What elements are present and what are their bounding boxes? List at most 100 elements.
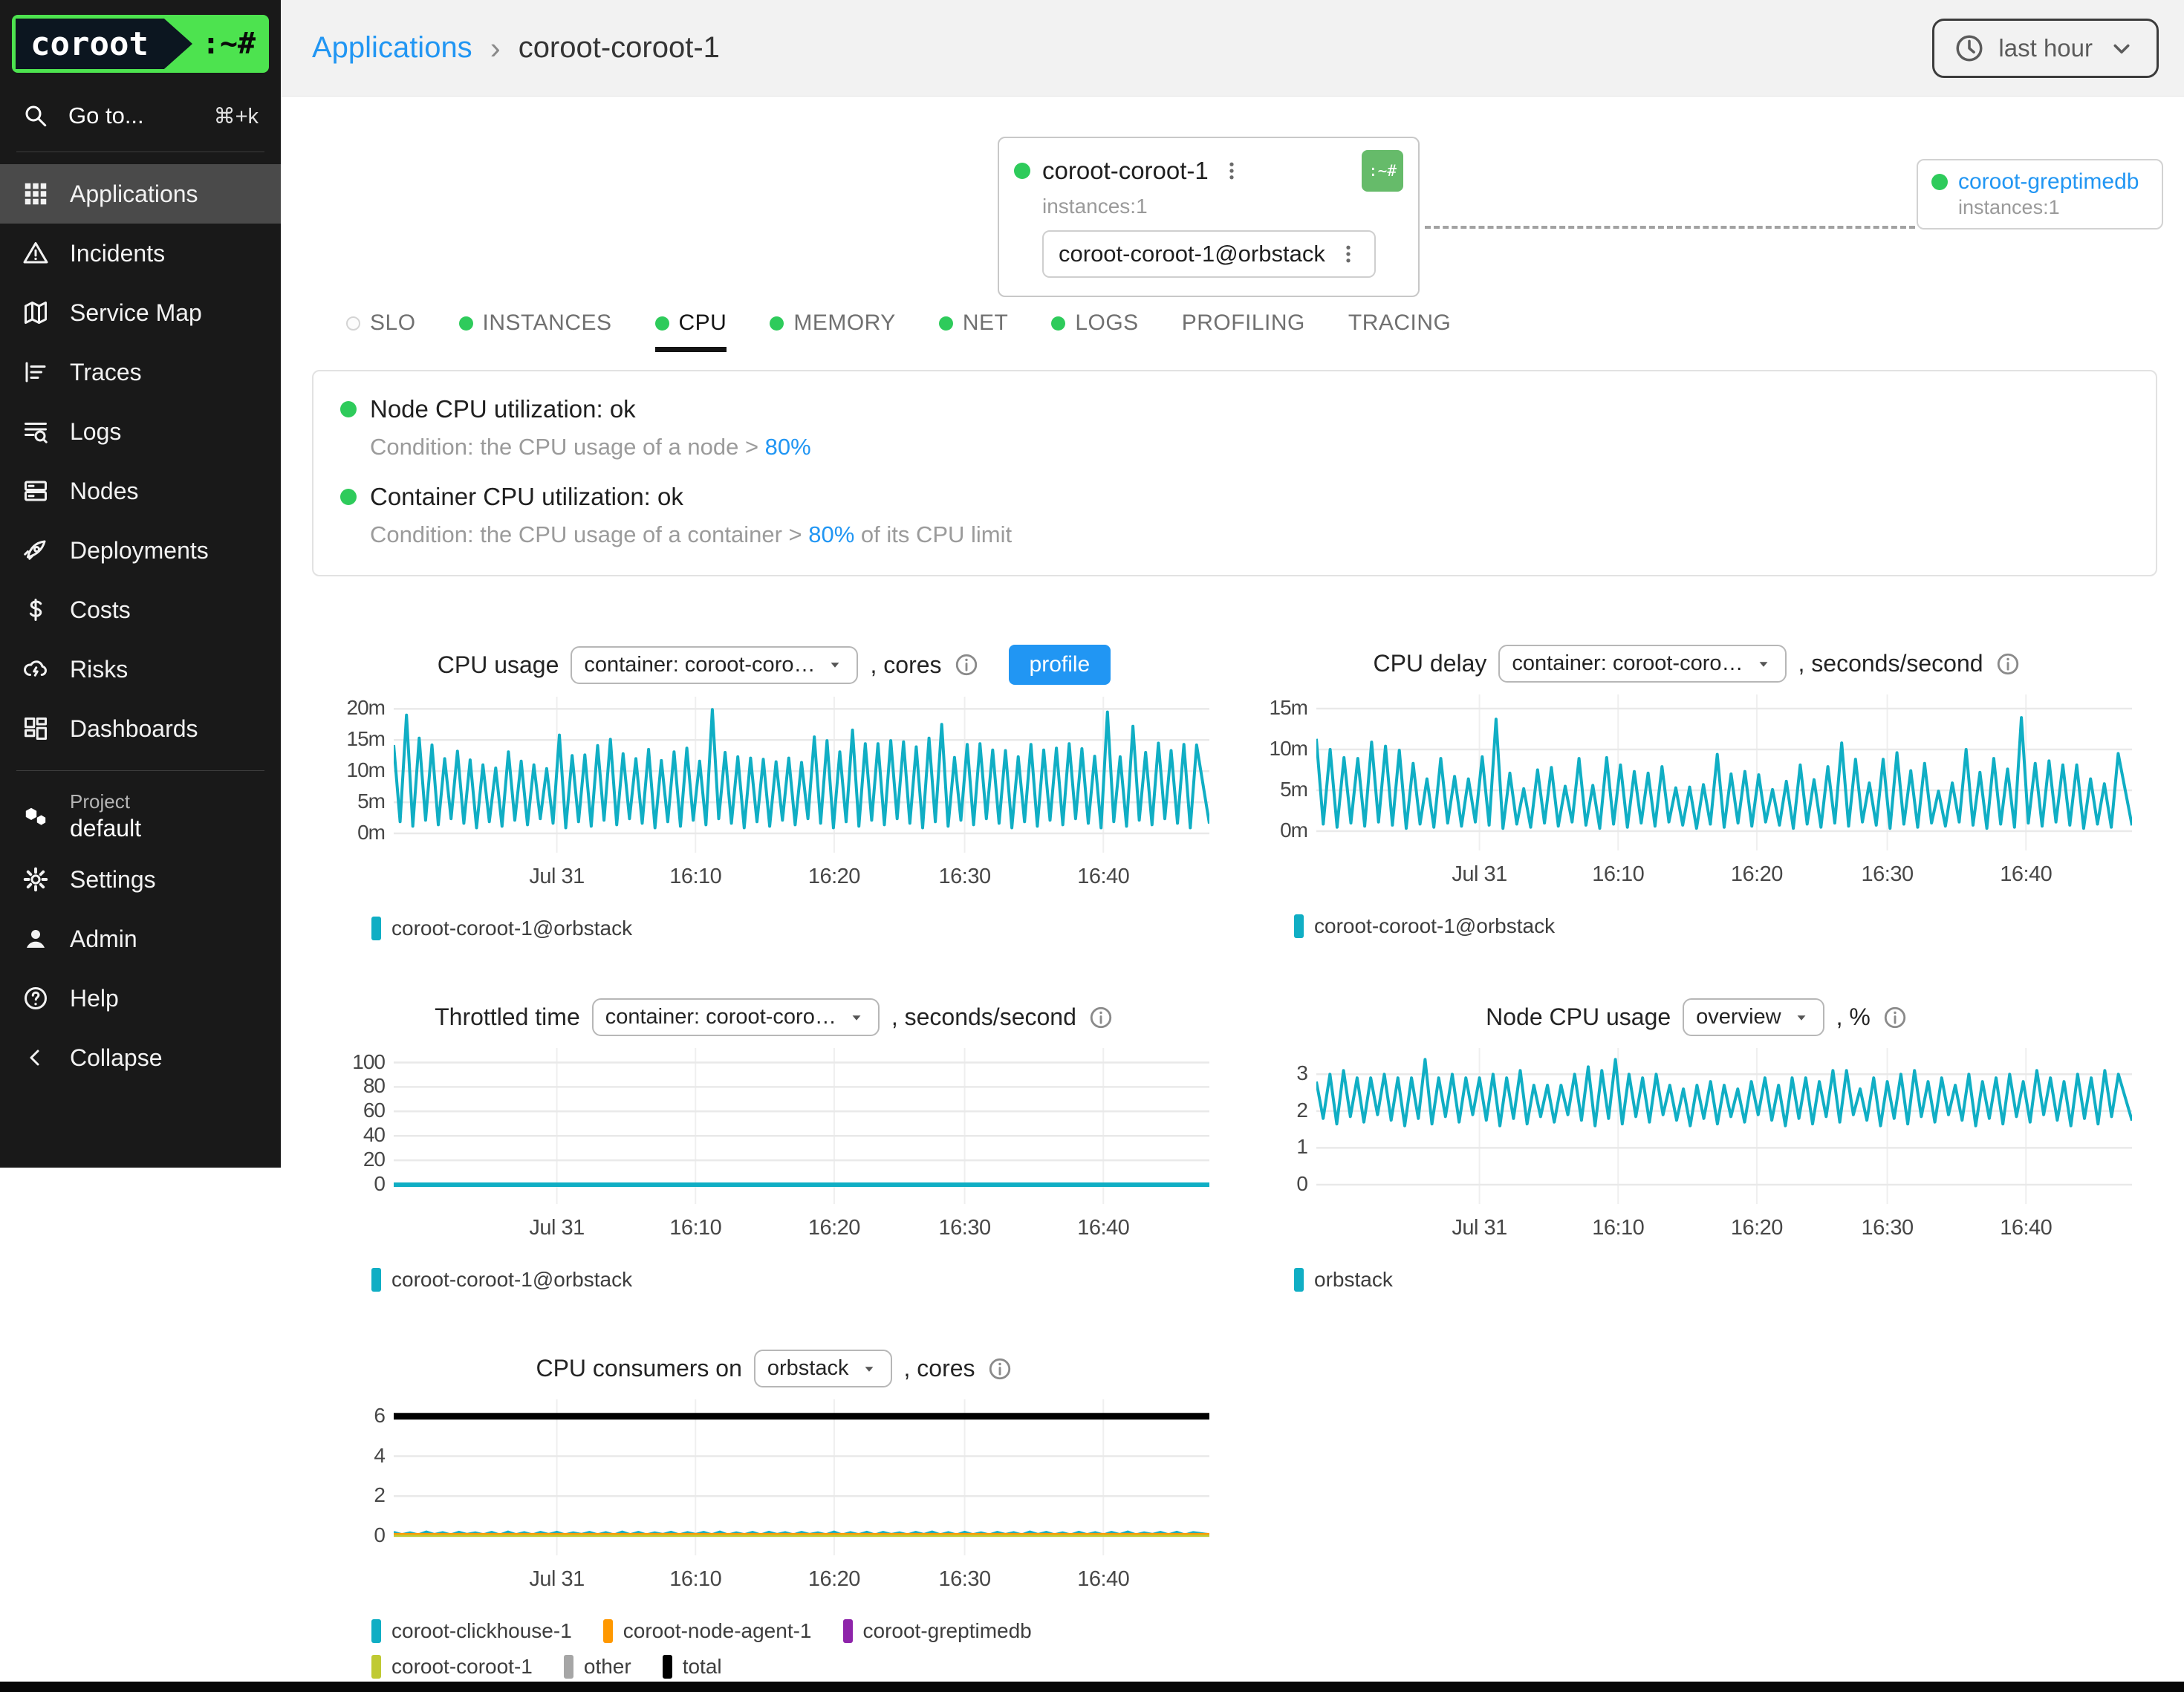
sidebar-item-admin[interactable]: Admin	[0, 909, 281, 969]
node-selector[interactable]: orbstack	[754, 1350, 892, 1387]
coroot-app: coroot :~# Go to... ⌘+k Applications Inci…	[0, 0, 2184, 1692]
time-range-picker[interactable]: last hour	[1932, 19, 2159, 78]
sidebar-item-dashboards[interactable]: Dashboards	[0, 699, 281, 758]
legend-coroot-coroot-1[interactable]: coroot-coroot-1	[371, 1655, 533, 1679]
x-axis-tick: 16:30	[939, 1567, 991, 1592]
sidebar-item-settings[interactable]: Settings	[0, 850, 281, 909]
chart-title: Throttled time	[435, 1003, 580, 1031]
x-axis-tick: 16:40	[1077, 865, 1129, 889]
view-selector[interactable]: overview	[1683, 998, 1824, 1036]
sidebar-item-label: Costs	[70, 596, 131, 624]
coroot-logo[interactable]: coroot :~#	[12, 15, 269, 73]
legend-swatch	[564, 1655, 573, 1679]
legend-coroot-clickhouse-1[interactable]: coroot-clickhouse-1	[371, 1619, 572, 1643]
legend-other[interactable]: other	[564, 1655, 631, 1679]
chevron-down-icon	[2106, 33, 2137, 64]
tab-instances[interactable]: INSTANCES	[459, 310, 612, 352]
container-selector[interactable]: container: coroot-coro…	[571, 646, 858, 684]
info-icon[interactable]	[1088, 1005, 1114, 1030]
app-type-badge: :~#	[1362, 150, 1403, 192]
logs-icon	[22, 418, 49, 445]
profile-button[interactable]: profile	[1009, 645, 1111, 685]
tab-slo[interactable]: SLO	[346, 310, 416, 352]
tab-memory[interactable]: MEMORY	[770, 310, 895, 352]
status-dot	[1931, 174, 1948, 190]
charts-grid: CPU usage container: coroot-coro… , core…	[339, 645, 2132, 1679]
sidebar-item-incidents[interactable]: Incidents	[0, 224, 281, 283]
x-axis-tick: 16:30	[1862, 1216, 1914, 1240]
info-icon[interactable]	[954, 652, 979, 677]
node-cpu-usage-plot[interactable]	[1316, 1048, 2132, 1204]
app-card-coroot-greptimedb[interactable]: coroot-greptimedb instances:1	[1917, 159, 2163, 230]
tab-status-dot	[1051, 316, 1065, 331]
chevron-left-icon	[22, 1044, 49, 1071]
goto-search[interactable]: Go to... ⌘+k	[0, 92, 281, 140]
sidebar-item-collapse[interactable]: Collapse	[0, 1028, 281, 1087]
threshold-link[interactable]: 80%	[765, 434, 811, 460]
sidebar-item-label: Incidents	[70, 240, 165, 267]
caret-down-icon	[825, 655, 845, 674]
kebab-menu-icon[interactable]	[1221, 160, 1243, 182]
tab-tracing[interactable]: TRACING	[1348, 310, 1452, 352]
y-axis-tick: 0	[374, 1172, 385, 1196]
sidebar-item-costs[interactable]: Costs	[0, 580, 281, 640]
sidebar-item-applications[interactable]: Applications	[0, 164, 281, 224]
cpu-consumers-plot[interactable]	[394, 1399, 1209, 1555]
sidebar-item-logs[interactable]: Logs	[0, 402, 281, 461]
chart-throttled-time: Throttled time container: coroot-coro… ,…	[339, 998, 1209, 1292]
coroot-logo-text: coroot	[16, 19, 192, 69]
tab-logs[interactable]: LOGS	[1051, 310, 1138, 352]
legend-coroot-coroot-1-orbstack[interactable]: coroot-coroot-1@orbstack	[371, 1268, 632, 1292]
check-container-cpu-condition: Condition: the CPU usage of a container …	[370, 521, 2129, 548]
legend-coroot-coroot-1-orbstack[interactable]: coroot-coroot-1@orbstack	[371, 917, 632, 940]
sidebar-item-project[interactable]: Project default	[0, 783, 281, 850]
caret-down-icon	[859, 1359, 879, 1379]
y-axis-tick: 1	[1296, 1135, 1307, 1159]
breadcrumb-applications-link[interactable]: Applications	[312, 31, 472, 65]
linked-app-name[interactable]: coroot-greptimedb	[1958, 169, 2139, 195]
legend-label: coroot-clickhouse-1	[391, 1619, 572, 1643]
x-axis-tick: 16:40	[1077, 1567, 1129, 1592]
legend-coroot-greptimedb[interactable]: coroot-greptimedb	[843, 1619, 1032, 1643]
clock-icon	[1954, 33, 1985, 64]
sidebar-item-deployments[interactable]: Deployments	[0, 521, 281, 580]
legend-label: coroot-coroot-1	[391, 1655, 533, 1679]
throttled-time-plot[interactable]	[394, 1048, 1209, 1204]
legend-label: coroot-coroot-1@orbstack	[391, 1268, 632, 1292]
sidebar-item-nodes[interactable]: Nodes	[0, 461, 281, 521]
sidebar-item-service-map[interactable]: Service Map	[0, 283, 281, 342]
kebab-menu-icon[interactable]	[1337, 243, 1359, 265]
legend-coroot-node-agent-1[interactable]: coroot-node-agent-1	[603, 1619, 812, 1643]
legend-coroot-coroot-1-orbstack[interactable]: coroot-coroot-1@orbstack	[1294, 914, 1555, 938]
sidebar-item-risks[interactable]: Risks	[0, 640, 281, 699]
check-node-cpu: Node CPU utilization: ok	[340, 395, 2129, 423]
tab-net[interactable]: NET	[939, 310, 1009, 352]
x-axis-tick: 16:40	[2000, 1216, 2052, 1240]
sidebar-item-label: Logs	[70, 418, 121, 446]
cpu-delay-plot[interactable]	[1316, 694, 2132, 850]
sidebar-item-label: Admin	[70, 925, 137, 953]
instance-link[interactable]: coroot-coroot-1@orbstack	[1042, 230, 1376, 278]
info-icon[interactable]	[1882, 1005, 1908, 1030]
tab-cpu[interactable]: CPU	[655, 310, 727, 352]
instances-count: instances:1	[1042, 195, 1403, 218]
container-selector[interactable]: container: coroot-coro…	[592, 998, 880, 1036]
y-axis-tick: 3	[1296, 1061, 1307, 1085]
info-icon[interactable]	[987, 1356, 1013, 1382]
legend-total[interactable]: total	[663, 1655, 722, 1679]
info-icon[interactable]	[1995, 651, 2021, 677]
app-card-coroot-coroot-1: coroot-coroot-1 :~# instances:1 coroot-c…	[998, 137, 1420, 297]
threshold-link[interactable]: 80%	[808, 521, 854, 547]
x-axis-tick: 16:20	[808, 865, 860, 889]
caret-down-icon	[847, 1008, 866, 1027]
breadcrumb-current: coroot-coroot-1	[519, 31, 720, 65]
legend-label: orbstack	[1314, 1268, 1393, 1292]
sidebar-item-traces[interactable]: Traces	[0, 342, 281, 402]
legend-swatch	[843, 1619, 853, 1643]
sidebar-divider-2	[16, 770, 264, 771]
sidebar-item-help[interactable]: Help	[0, 969, 281, 1028]
container-selector[interactable]: container: coroot-coro…	[1498, 645, 1786, 683]
cpu-usage-plot[interactable]	[394, 697, 1209, 853]
tab-profiling[interactable]: PROFILING	[1182, 310, 1305, 352]
x-axis-tick: 16:10	[669, 1567, 721, 1592]
